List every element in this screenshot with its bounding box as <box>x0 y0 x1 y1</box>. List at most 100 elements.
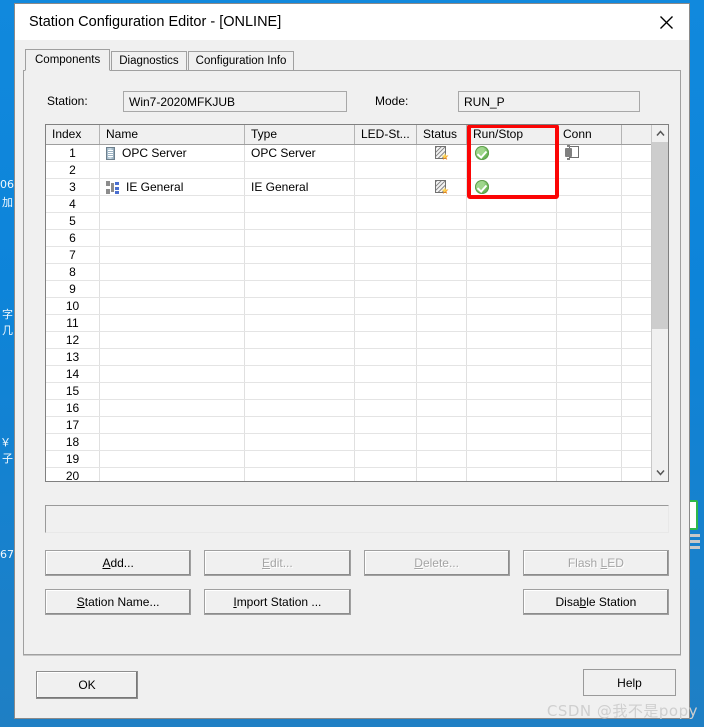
cell-name: IE General <box>100 179 245 195</box>
cell-status <box>417 179 467 195</box>
cell-status <box>417 281 467 297</box>
cell-conn <box>557 264 622 280</box>
cell-name <box>100 196 245 212</box>
cell-conn <box>557 145 622 161</box>
table-row[interactable]: 13 <box>46 349 651 366</box>
cell-name <box>100 298 245 314</box>
tab-configuration-info[interactable]: Configuration Info <box>187 51 295 70</box>
tab-diagnostics[interactable]: Diagnostics <box>111 51 187 70</box>
cell-conn <box>557 213 622 229</box>
cell-name <box>100 400 245 416</box>
scroll-down-button[interactable] <box>652 464 668 481</box>
cell-run-stop <box>467 349 557 365</box>
table-row[interactable]: 17 <box>46 417 651 434</box>
table-row[interactable]: 16 <box>46 400 651 417</box>
cell-blank <box>622 247 651 263</box>
help-button[interactable]: Help <box>583 669 676 696</box>
scrollbar-track[interactable] <box>652 142 668 464</box>
cell-led-status <box>355 298 417 314</box>
station-label: Station: <box>47 94 88 108</box>
action-button-row-1: Add... Edit... Delete... Flash LED <box>45 550 669 576</box>
cell-status <box>417 145 467 161</box>
import-station-button[interactable]: Import Station ... <box>204 589 351 615</box>
cell-name <box>100 247 245 263</box>
add-button[interactable]: Add... <box>45 550 192 576</box>
table-row[interactable]: 1 OPC Server OPC Server <box>46 145 651 162</box>
status-output-field[interactable] <box>45 505 669 533</box>
cell-type <box>245 315 355 331</box>
table-row[interactable]: 10 <box>46 298 651 315</box>
table-row[interactable]: 5 <box>46 213 651 230</box>
table-row[interactable]: 8 <box>46 264 651 281</box>
cell-run-stop <box>467 179 557 195</box>
cell-blank <box>622 179 651 195</box>
column-header-run-stop[interactable]: Run/Stop <box>467 125 557 144</box>
cell-run-stop <box>467 196 557 212</box>
cell-blank <box>622 468 651 481</box>
desktop-text-fragment: 子 <box>2 452 13 465</box>
tab-components[interactable]: Components <box>25 49 111 71</box>
cell-led-status <box>355 230 417 246</box>
table-row[interactable]: 19 <box>46 451 651 468</box>
table-row[interactable]: 2 <box>46 162 651 179</box>
cell-led-status <box>355 332 417 348</box>
column-header-type[interactable]: Type <box>245 125 355 144</box>
column-header-index[interactable]: Index <box>46 125 100 144</box>
cell-conn <box>557 468 622 481</box>
components-grid: Index Name Type LED-St... Status Run/Sto… <box>45 124 669 482</box>
csdn-watermark: CSDN @我不是popy <box>546 702 698 720</box>
name-with-icon: OPC Server <box>106 145 187 161</box>
cell-conn <box>557 332 622 348</box>
cell-type <box>245 162 355 178</box>
cell-led-status <box>355 451 417 467</box>
desktop-text-fragment: 67 <box>0 548 14 561</box>
column-header-name[interactable]: Name <box>100 125 245 144</box>
column-header-status[interactable]: Status <box>417 125 467 144</box>
table-row[interactable]: 12 <box>46 332 651 349</box>
table-row[interactable]: 14 <box>46 366 651 383</box>
table-row[interactable]: 4 <box>46 196 651 213</box>
table-row[interactable]: 15 <box>46 383 651 400</box>
cell-blank <box>622 400 651 416</box>
cell-name <box>100 332 245 348</box>
mode-field[interactable]: RUN_P <box>458 90 640 112</box>
table-row[interactable]: 20 <box>46 468 651 481</box>
table-row[interactable]: 9 <box>46 281 651 298</box>
grid-vertical-scrollbar[interactable] <box>651 125 668 481</box>
cell-status <box>417 468 467 481</box>
cell-status <box>417 434 467 450</box>
cell-index: 1 <box>46 145 100 161</box>
disable-station-button[interactable]: Disable Station <box>522 589 669 615</box>
flash-led-button[interactable]: Flash LED <box>522 550 669 576</box>
edit-button[interactable]: Edit... <box>204 550 351 576</box>
cell-led-status <box>355 366 417 382</box>
connection-plug-icon <box>565 145 579 160</box>
station-name-button[interactable]: Station Name... <box>45 589 192 615</box>
table-row[interactable]: 6 <box>46 230 651 247</box>
cell-index: 5 <box>46 213 100 229</box>
cell-name <box>100 264 245 280</box>
column-header-conn[interactable]: Conn <box>557 125 622 144</box>
cell-conn <box>557 247 622 263</box>
ok-button[interactable]: OK <box>36 671 138 699</box>
close-button[interactable] <box>643 4 689 40</box>
dialog-client-area: Components Diagnostics Configuration Inf… <box>15 40 689 718</box>
table-row[interactable]: 7 <box>46 247 651 264</box>
cell-type <box>245 230 355 246</box>
cell-index: 6 <box>46 230 100 246</box>
cell-run-stop <box>467 281 557 297</box>
delete-button[interactable]: Delete... <box>363 550 510 576</box>
cell-index: 20 <box>46 468 100 481</box>
cell-run-stop <box>467 417 557 433</box>
scrollbar-thumb[interactable] <box>652 142 668 329</box>
station-name-button-label: Station Name... <box>76 595 160 609</box>
table-row[interactable]: 3 IE General IE General <box>46 179 651 196</box>
scroll-up-button[interactable] <box>652 125 668 142</box>
station-name-field[interactable]: Win7-2020MFKJUB <box>123 90 347 112</box>
name-with-icon: IE General <box>106 179 183 195</box>
cell-index: 11 <box>46 315 100 331</box>
table-row[interactable]: 11 <box>46 315 651 332</box>
table-row[interactable]: 18 <box>46 434 651 451</box>
cell-blank <box>622 213 651 229</box>
column-header-led-status[interactable]: LED-St... <box>355 125 417 144</box>
